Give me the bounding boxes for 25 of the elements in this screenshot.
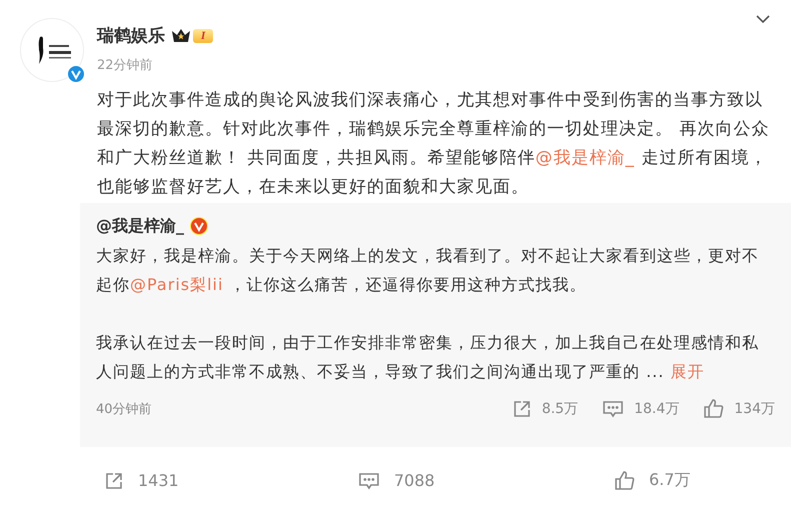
repost-time: 40分钟前 [96,400,153,418]
post-time: 22分钟前 [97,57,154,74]
comment-count: 7088 [394,471,435,490]
post-text: 对于此次事件造成的舆论风波我们深表痛心，尤其想对事件中受到伤害的当事方致以最深切的歉意。针对此次事件，瑞鹤娱乐完全尊重梓渝的一切处理决定。 再次向公众和广大粉丝道歉！ 共同面度，共担风雨。希望能够陪伴@我是梓渝_ 走过所有困境，也能够监督好艺人，在未来以更好的面貌和大家见面。 [97,89,770,199]
comment-icon[interactable] [358,470,380,490]
author-name[interactable]: 瑞鹤娱乐 [97,24,165,47]
like-icon[interactable] [703,398,724,419]
mention-link[interactable]: @我是梓渝_ [535,148,635,168]
like-count: 6.7万 [649,470,690,491]
repost-count: 8.5万 [542,400,578,418]
level-badge: I [193,28,214,42]
share-icon[interactable] [104,470,124,490]
repost-text: 我承认在过去一段时间，由于工作安排非常密集，压力很大，加上我自己在处理感情和私人问题上的方式非常不成熟、不妥当，导致了我们之间沟通出现了严重的 ... 展开 [96,332,760,383]
repost-text: 大家好，我是梓渝。关于今天网络上的发文，我看到了。对不起让大家看到这些，更对不起你@Paris梨lii ，让你这么痛苦，还逼得你要用这种方式找我。 [96,245,760,296]
comment-count: 18.4万 [634,400,680,418]
comment-icon[interactable] [602,398,624,418]
repost-count: 1431 [138,471,179,490]
like-count: 134万 [734,400,775,418]
expand-link[interactable]: 展开 [670,362,704,381]
crown-icon [171,28,191,43]
mention-link[interactable]: @Paris梨lii [130,275,224,294]
like-icon[interactable] [614,470,635,491]
share-icon[interactable] [512,398,532,418]
repost-author[interactable]: @我是梓渝_ [96,216,184,236]
dropdown-chevron-icon[interactable] [756,15,770,24]
